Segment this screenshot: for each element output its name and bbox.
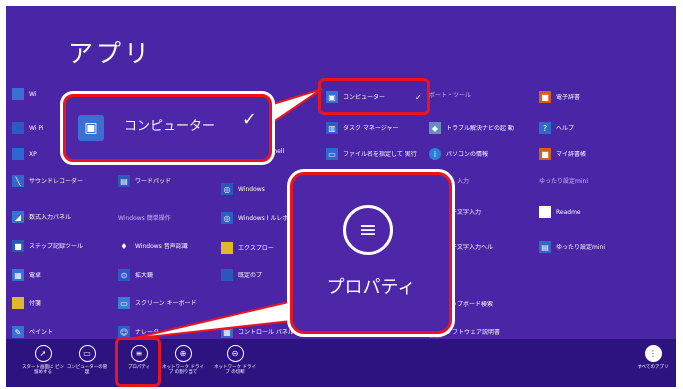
- properties-callout-label: プロパティ: [326, 277, 416, 298]
- computer-icon: ▣: [78, 115, 104, 141]
- check-icon: ✓: [241, 109, 257, 130]
- properties-callout: ≡ プロパティ: [290, 172, 452, 334]
- start-apps-screen: アプリ Wi Wi Pi XP ╲ サウンドレコーダー ◢ 数式入力パネル ■ ステッ…: [6, 6, 676, 387]
- computer-callout-label: コンピューター: [124, 119, 216, 134]
- computer-callout: ▣ コンピューター ✓: [63, 94, 272, 162]
- properties-icon: ≡: [343, 205, 393, 255]
